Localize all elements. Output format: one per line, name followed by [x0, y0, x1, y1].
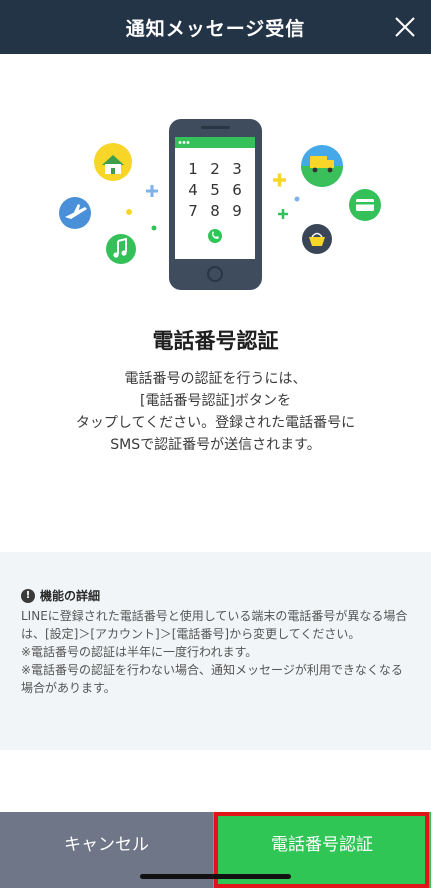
- keypad-digit: 2: [210, 160, 220, 178]
- keypad-digit: 7: [188, 202, 198, 220]
- details-paragraph: ※電話番号の認証は半年に一度行われます。: [21, 645, 258, 659]
- close-icon[interactable]: [391, 13, 419, 41]
- details-paragraph: LINEに登録された電話番号と使用している端末の電話番号が異なる場合は、[設定]…: [21, 609, 408, 641]
- keypad-digit: 9: [232, 202, 242, 220]
- keypad-digit: 4: [188, 181, 198, 199]
- home-indicator: [140, 874, 291, 879]
- keypad-digit: 8: [210, 202, 220, 220]
- phone-illustration: 1 2 3 4 5 6 7 8 9: [59, 119, 381, 290]
- phone-call-icon: [208, 229, 222, 243]
- description-line: SMSで認証番号が送信されます。: [110, 437, 321, 453]
- description-line: タップしてください。登録された電話番号に: [75, 415, 356, 431]
- shopping-basket-icon: [302, 224, 332, 254]
- keypad-digit: 5: [210, 181, 220, 199]
- page-title: 通知メッセージ受信: [125, 17, 306, 40]
- description: 電話番号の認証を行うには、 [電話番号認証]ボタンを タップしてください。登録さ…: [40, 368, 391, 456]
- airplane-icon: [59, 197, 91, 229]
- verify-button-label: 電話番号認証: [271, 834, 373, 855]
- credit-card-icon: [349, 189, 381, 221]
- description-line: [電話番号認証]ボタンを: [140, 393, 291, 409]
- phone-icon: 1 2 3 4 5 6 7 8 9: [169, 119, 262, 290]
- details-paragraph: ※電話番号の認証を行わない場合、通知メッセージが利用できなくなる場合があります。: [21, 663, 403, 695]
- details-body: LINEに登録された電話番号と使用している端末の電話番号が異なる場合は、[設定]…: [21, 607, 413, 697]
- details-panel: ! 機能の詳細 LINEに登録された電話番号と使用している端末の電話番号が異なる…: [0, 552, 431, 750]
- house-icon: [94, 143, 132, 181]
- keypad-digit: 1: [188, 160, 198, 178]
- verification-heading: 電話番号認証: [152, 329, 279, 353]
- info-icon: !: [21, 588, 35, 603]
- keypad-digit: 6: [232, 181, 242, 199]
- keypad-digit: 3: [232, 160, 242, 178]
- details-title: 機能の詳細: [40, 589, 101, 603]
- description-line: 電話番号の認証を行うには、: [124, 371, 307, 387]
- header-bar: 通知メッセージ受信: [0, 0, 431, 54]
- truck-icon: [301, 145, 343, 187]
- music-note-icon: [106, 234, 136, 264]
